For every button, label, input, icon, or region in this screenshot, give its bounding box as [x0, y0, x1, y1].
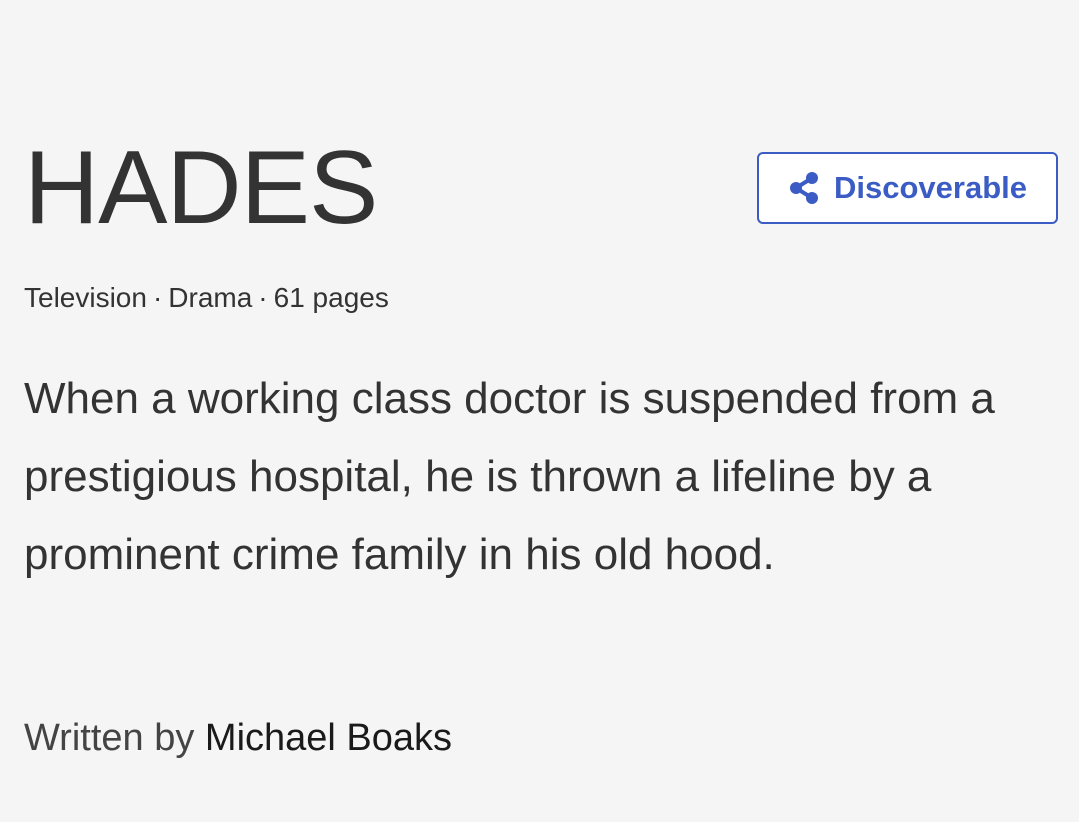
- format-label: Television: [24, 282, 147, 313]
- script-title: HADES: [24, 130, 378, 246]
- byline: Written by Michael Boaks: [24, 714, 452, 762]
- meta-separator: ·: [258, 282, 268, 313]
- discoverable-button[interactable]: Discoverable: [757, 152, 1058, 224]
- discoverable-label: Discoverable: [834, 170, 1027, 205]
- logline: When a working class doctor is suspended…: [24, 374, 995, 579]
- author-name[interactable]: Michael Boaks: [205, 717, 452, 759]
- page-count: 61 pages: [273, 282, 389, 313]
- written-by-label: Written by: [24, 717, 195, 759]
- genre-label: Drama: [168, 282, 253, 313]
- meta-separator: ·: [152, 282, 163, 313]
- share-icon: [788, 171, 820, 205]
- script-meta: Television · Drama · 61 pages: [24, 280, 389, 316]
